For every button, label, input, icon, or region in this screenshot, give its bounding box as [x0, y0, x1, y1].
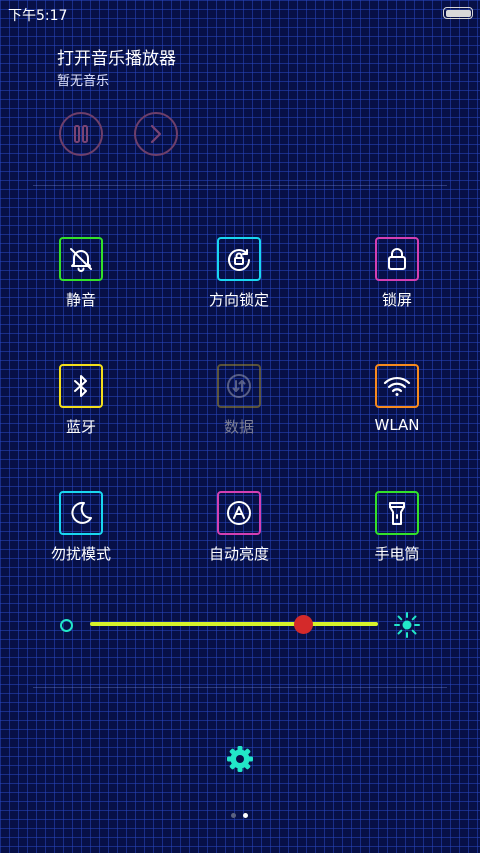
toggle-bluetooth-label: 蓝牙 [65, 418, 96, 436]
toggle-mute[interactable]: 静音 [21, 237, 141, 317]
moon-icon [59, 491, 103, 535]
toggle-rotation-lock[interactable]: 方向锁定 [179, 237, 299, 317]
toggle-flashlight-label: 手电筒 [374, 545, 420, 563]
toggle-mute-label: 静音 [65, 291, 96, 309]
status-time: 下午5:17 [8, 8, 68, 24]
next-button[interactable] [134, 112, 178, 156]
brightness-slider-thumb[interactable] [294, 615, 313, 634]
pause-icon [74, 125, 88, 143]
toggle-wlan-label: WLAN [374, 416, 420, 434]
gear-icon[interactable] [226, 745, 254, 773]
bluetooth-icon [59, 364, 103, 408]
page-indicator-dot [231, 813, 236, 818]
toggle-mobile-data[interactable]: 数据 [179, 364, 299, 444]
toggle-lock-screen[interactable]: 锁屏 [337, 237, 457, 317]
brightness-low-icon [60, 619, 73, 632]
toggle-bluetooth[interactable]: 蓝牙 [21, 364, 141, 444]
toggle-lock-screen-label: 锁屏 [381, 291, 412, 309]
chevron-right-icon [150, 124, 162, 144]
wifi-icon [375, 364, 419, 408]
auto-brightness-icon [217, 491, 261, 535]
toggle-do-not-disturb[interactable]: 勿扰模式 [21, 491, 141, 571]
flashlight-icon [375, 491, 419, 535]
pause-button[interactable] [59, 112, 103, 156]
padlock-icon [375, 237, 419, 281]
page-indicator-dot-active [243, 813, 248, 818]
toggle-flashlight[interactable]: 手电筒 [337, 491, 457, 571]
rotation-lock-icon [217, 237, 261, 281]
music-title[interactable]: 打开音乐播放器 [57, 44, 176, 69]
toggle-mobile-data-label: 数据 [223, 418, 254, 436]
brightness-slider[interactable] [90, 622, 378, 626]
music-subtitle: 暂无音乐 [57, 74, 110, 89]
toggle-rotation-lock-label: 方向锁定 [208, 291, 269, 309]
mobile-data-icon [217, 364, 261, 408]
toggle-do-not-disturb-label: 勿扰模式 [50, 545, 111, 563]
toggle-auto-brightness-label: 自动亮度 [208, 545, 269, 563]
divider [33, 687, 447, 688]
toggle-auto-brightness[interactable]: 自动亮度 [179, 491, 299, 571]
toggle-wlan[interactable]: WLAN [337, 364, 457, 444]
mute-bell-icon [59, 237, 103, 281]
divider [33, 185, 447, 186]
brightness-high-icon [394, 612, 420, 638]
battery-icon [443, 7, 473, 19]
